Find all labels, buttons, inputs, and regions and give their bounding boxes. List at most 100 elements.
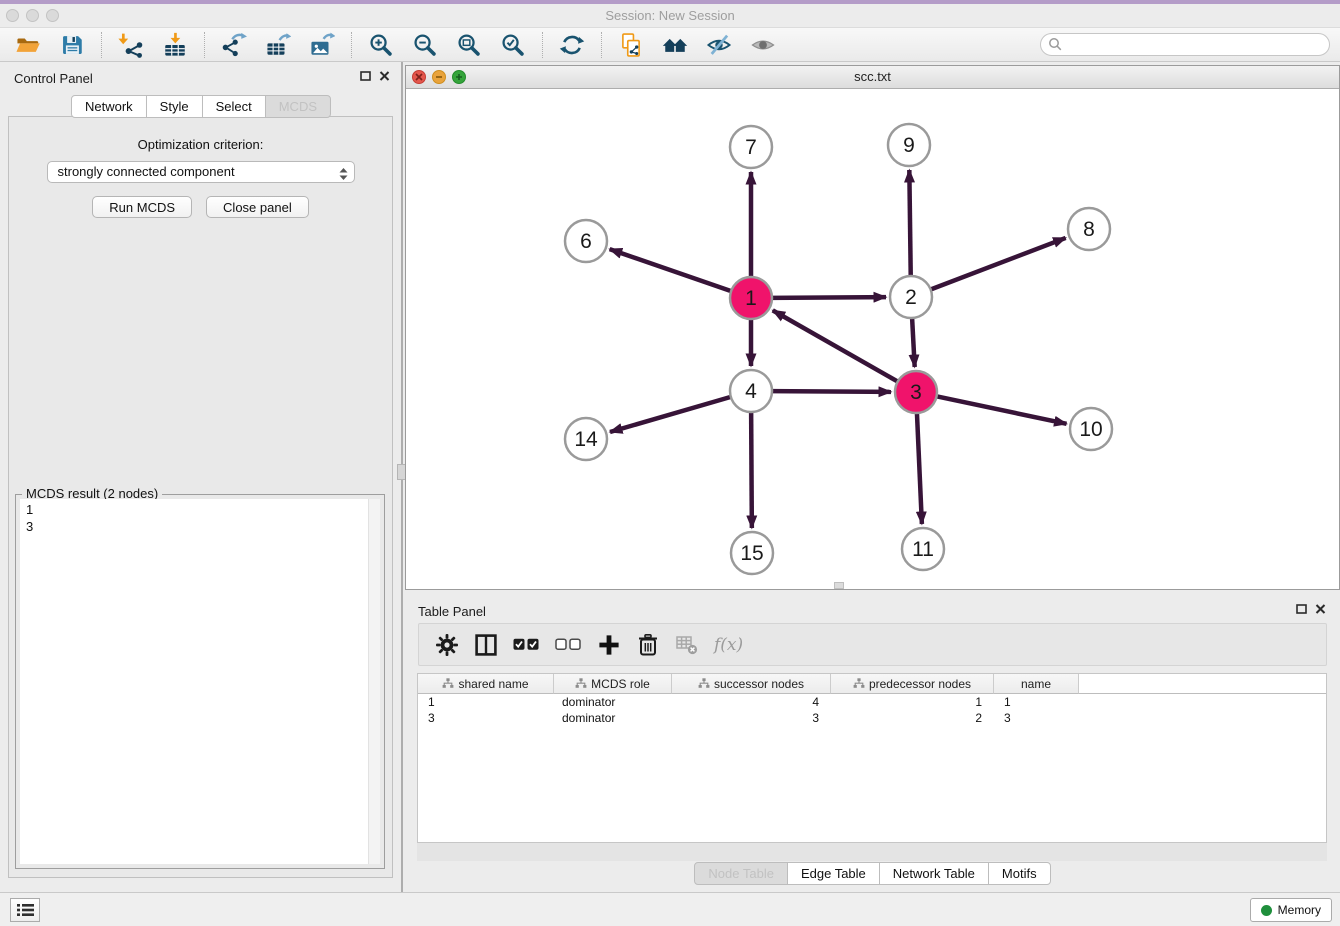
graph-node-8[interactable]: 8 <box>1068 208 1110 250</box>
graph-edge-2-8[interactable] <box>931 238 1066 290</box>
column-header-predecessor-nodes[interactable]: predecessor nodes <box>831 674 994 694</box>
graph-node-4[interactable]: 4 <box>730 370 772 412</box>
import-table-button[interactable] <box>160 30 190 60</box>
graph-edge-2-9[interactable] <box>909 170 910 276</box>
cell-shared-name[interactable]: 3 <box>418 711 554 725</box>
toolbar-separator <box>351 32 352 58</box>
zoom-out-button[interactable] <box>410 30 440 60</box>
float-panel-icon[interactable] <box>360 71 371 81</box>
graph-node-2[interactable]: 2 <box>890 276 932 318</box>
graph-node-10[interactable]: 10 <box>1070 408 1112 450</box>
tab-network-table[interactable]: Network Table <box>879 862 989 885</box>
graph-edge-1-2[interactable] <box>772 297 886 298</box>
network-maximize-button[interactable] <box>452 70 466 84</box>
close-panel-icon[interactable] <box>379 71 390 81</box>
graph-edge-2-3[interactable] <box>912 318 915 367</box>
search-input[interactable] <box>1040 33 1330 56</box>
graph-node-label: 3 <box>910 381 922 404</box>
zoom-window-button[interactable] <box>46 9 59 22</box>
cell-mcds-role[interactable]: dominator <box>554 695 672 709</box>
open-session-button[interactable] <box>13 30 43 60</box>
graph-node-3[interactable]: 3 <box>895 371 937 413</box>
graph-edge-4-14[interactable] <box>610 397 731 432</box>
export-table-button[interactable] <box>263 30 293 60</box>
memory-button[interactable]: Memory <box>1250 898 1332 922</box>
graph-node-7[interactable]: 7 <box>730 126 772 168</box>
hide-selected-button[interactable] <box>704 30 734 60</box>
close-table-panel-icon[interactable] <box>1315 604 1326 614</box>
graph-edge-1-6[interactable] <box>610 249 732 291</box>
minimize-window-button[interactable] <box>26 9 39 22</box>
graph-edge-4-3[interactable] <box>772 391 891 392</box>
graph-edge-3-11[interactable] <box>917 413 922 524</box>
cell-mcds-role[interactable]: dominator <box>554 711 672 725</box>
import-network-button[interactable] <box>116 30 146 60</box>
graph-edge-4-15[interactable] <box>751 412 752 528</box>
deselect-all-rows-button[interactable] <box>555 637 582 652</box>
export-image-button[interactable] <box>307 30 337 60</box>
toolbar-separator <box>601 32 602 58</box>
export-network-button[interactable] <box>219 30 249 60</box>
table-horizontal-scrollbar[interactable] <box>417 843 1327 861</box>
float-table-panel-icon[interactable] <box>1296 604 1307 614</box>
graph-edge-3-1[interactable] <box>773 310 898 381</box>
cell-name[interactable]: 1 <box>994 695 1079 709</box>
table-row[interactable]: 3 dominator 3 2 3 <box>418 710 1326 726</box>
zoom-in-button[interactable] <box>366 30 396 60</box>
cell-shared-name[interactable]: 1 <box>418 695 554 709</box>
split-table-button[interactable] <box>474 633 498 657</box>
tab-node-table[interactable]: Node Table <box>694 862 788 885</box>
cell-successor-nodes[interactable]: 4 <box>672 695 831 709</box>
criterion-dropdown[interactable]: strongly connected component <box>47 161 355 183</box>
show-all-button[interactable] <box>748 30 778 60</box>
column-header-mcds-role[interactable]: MCDS role <box>554 674 672 694</box>
graph-node-label: 7 <box>745 136 757 159</box>
cell-predecessor-nodes[interactable]: 1 <box>831 695 994 709</box>
task-history-button[interactable] <box>10 898 40 922</box>
gear-icon <box>435 633 459 657</box>
open-folder-icon <box>15 32 41 58</box>
graph-node-15[interactable]: 15 <box>731 532 773 574</box>
graph-edge-3-10[interactable] <box>937 396 1067 423</box>
tab-motifs[interactable]: Motifs <box>988 862 1051 885</box>
result-scrollbar[interactable] <box>368 499 380 864</box>
zoom-selected-button[interactable] <box>498 30 528 60</box>
application-window: Session: New Session <box>0 0 1340 926</box>
graph-node-11[interactable]: 11 <box>902 528 944 570</box>
graph-node-label: 9 <box>903 134 915 157</box>
column-settings-button[interactable] <box>435 633 459 657</box>
graph-node-6[interactable]: 6 <box>565 220 607 262</box>
cell-successor-nodes[interactable]: 3 <box>672 711 831 725</box>
tab-style[interactable]: Style <box>146 95 203 118</box>
refresh-button[interactable] <box>557 30 587 60</box>
cell-name[interactable]: 3 <box>994 711 1079 725</box>
column-header-successor-nodes[interactable]: successor nodes <box>672 674 831 694</box>
clone-network-button[interactable] <box>616 30 646 60</box>
mcds-result-list[interactable]: 1 3 <box>20 499 380 864</box>
close-window-button[interactable] <box>6 9 19 22</box>
run-mcds-button[interactable]: Run MCDS <box>92 196 192 218</box>
hierarchy-icon <box>853 678 865 689</box>
graph-node-1[interactable]: 1 <box>730 277 772 319</box>
cell-predecessor-nodes[interactable]: 2 <box>831 711 994 725</box>
canvas-resize-grip[interactable] <box>834 582 844 589</box>
zoom-fit-button[interactable] <box>454 30 484 60</box>
column-header-shared-name[interactable]: shared name <box>418 674 554 694</box>
graph-node-9[interactable]: 9 <box>888 124 930 166</box>
graph-node-14[interactable]: 14 <box>565 418 607 460</box>
save-session-button[interactable] <box>57 30 87 60</box>
table-row[interactable]: 1 dominator 4 1 1 <box>418 694 1326 710</box>
tab-network[interactable]: Network <box>71 95 147 118</box>
first-neighbors-button[interactable] <box>660 30 690 60</box>
network-canvas[interactable]: 1 2 3 4 6 7 8 9 10 11 14 15 <box>406 89 1339 589</box>
select-all-rows-button[interactable] <box>513 637 540 652</box>
delete-rows-button[interactable] <box>636 633 660 657</box>
tab-edge-table[interactable]: Edge Table <box>787 862 880 885</box>
close-panel-button[interactable]: Close panel <box>206 196 309 218</box>
tab-select[interactable]: Select <box>202 95 266 118</box>
column-header-name[interactable]: name <box>994 674 1079 694</box>
network-minimize-button[interactable] <box>432 70 446 84</box>
tab-mcds[interactable]: MCDS <box>265 95 331 118</box>
network-close-button[interactable] <box>412 70 426 84</box>
add-row-button[interactable] <box>597 633 621 657</box>
